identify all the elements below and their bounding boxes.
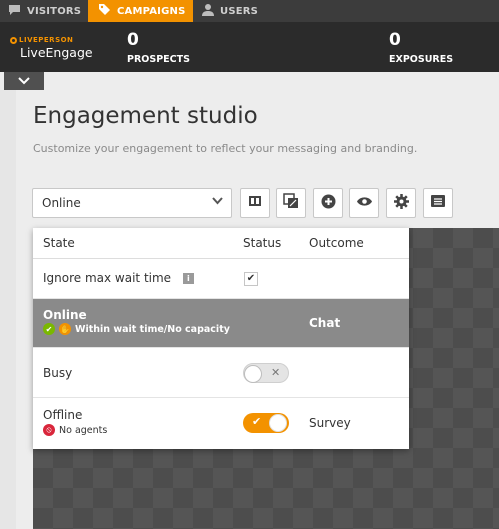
outcome-value: Survey xyxy=(309,416,351,430)
list-button[interactable] xyxy=(423,188,453,218)
state-panel: State Status Outcome Ignore max wait tim… xyxy=(33,228,409,449)
state-select-value: Online xyxy=(42,196,81,210)
gear-icon xyxy=(393,193,409,213)
ignore-max-wait-row: Ignore max wait time i ✔ xyxy=(33,259,409,299)
eye-icon xyxy=(356,196,373,211)
state-column-header: State xyxy=(43,236,75,250)
user-icon xyxy=(202,3,214,19)
state-row-busy[interactable]: Busy ✕ xyxy=(33,348,409,398)
film-icon xyxy=(248,195,262,211)
tab-visitors-label: VISITORS xyxy=(27,5,82,17)
ignore-max-wait-checkbox[interactable]: ✔ xyxy=(244,272,258,286)
tab-campaigns[interactable]: CAMPAIGNS xyxy=(88,0,193,22)
header-bar: LIVEPERSON LiveEngage 0 PROSPECTS 0 EXPO… xyxy=(0,22,499,72)
page-title: Engagement studio xyxy=(33,103,258,129)
state-row-online[interactable]: Online ✔ ✋ Within wait time/No capacity … xyxy=(33,299,409,348)
state-sub-label: No agents xyxy=(59,424,108,436)
liveperson-logo: LIVEPERSON xyxy=(10,36,73,44)
tab-users-label: USERS xyxy=(220,5,259,17)
state-name: Offline xyxy=(43,408,83,422)
toggle-knob xyxy=(269,414,287,432)
chevron-down-icon xyxy=(18,75,30,88)
page-subtitle: Customize your engagement to reflect you… xyxy=(33,142,418,155)
tab-campaigns-label: CAMPAIGNS xyxy=(117,5,186,17)
add-button[interactable] xyxy=(313,188,343,218)
toggle-knob xyxy=(244,365,262,383)
exposures-label: EXPOSURES xyxy=(389,54,454,65)
state-sub-label: Within wait time/No capacity xyxy=(75,323,230,335)
list-icon xyxy=(431,195,445,211)
liveengage-logo: LiveEngage xyxy=(20,45,93,60)
prospects-label: PROSPECTS xyxy=(127,54,190,65)
busy-toggle[interactable]: ✕ xyxy=(243,363,289,383)
check-circle-icon: ✔ xyxy=(43,323,55,335)
offline-toggle[interactable]: ✔ xyxy=(243,413,289,433)
x-icon: ✕ xyxy=(271,366,281,379)
exposures-count: 0 xyxy=(389,30,401,50)
chat-bubble-icon xyxy=(8,4,21,19)
state-row-offline[interactable]: Offline ⦸ No agents ✔ Survey xyxy=(33,398,409,449)
preview-button[interactable] xyxy=(349,188,379,218)
film-button[interactable] xyxy=(240,188,270,218)
chevron-down-icon xyxy=(212,197,223,208)
no-entry-icon: ⦸ xyxy=(43,424,55,436)
settings-button[interactable] xyxy=(386,188,416,218)
left-strip xyxy=(0,90,16,529)
check-icon: ✔ xyxy=(252,415,262,428)
state-select[interactable]: Online xyxy=(32,188,232,218)
outcome-column-header: Outcome xyxy=(309,236,364,250)
info-icon[interactable]: i xyxy=(182,273,194,284)
prospects-count: 0 xyxy=(127,30,139,50)
layers-button[interactable] xyxy=(276,188,306,218)
ignore-max-wait-label: Ignore max wait time xyxy=(43,271,172,285)
hand-icon: ✋ xyxy=(59,323,71,335)
state-name: Online xyxy=(43,308,87,322)
plus-circle-icon xyxy=(321,194,336,213)
tab-users[interactable]: USERS xyxy=(202,0,282,22)
top-nav: VISITORS CAMPAIGNS USERS xyxy=(0,0,499,22)
layers-icon xyxy=(283,193,299,213)
tag-icon xyxy=(98,3,111,19)
state-name: Busy xyxy=(43,366,73,380)
collapse-toggle[interactable] xyxy=(4,72,44,90)
state-panel-header: State Status Outcome xyxy=(33,228,409,259)
status-column-header: Status xyxy=(243,236,282,250)
outcome-value: Chat xyxy=(309,316,341,330)
tab-visitors[interactable]: VISITORS xyxy=(8,0,92,22)
